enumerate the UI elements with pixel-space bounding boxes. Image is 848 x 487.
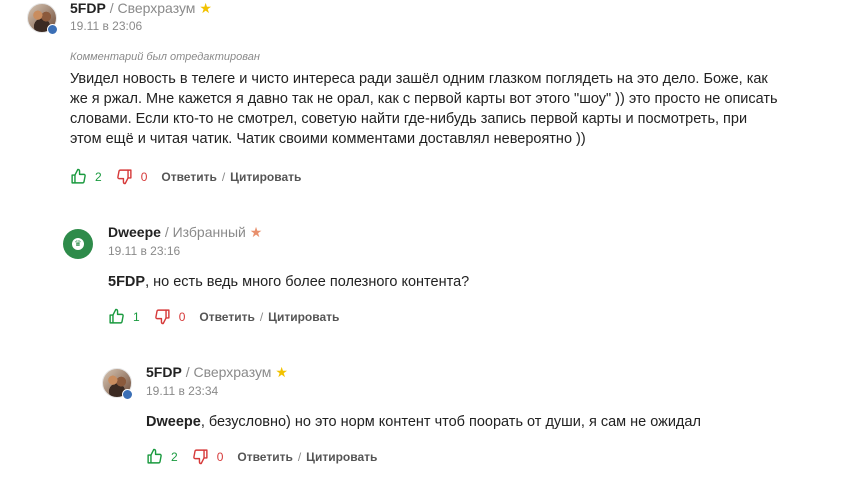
timestamp[interactable]: 19.11 в 23:34: [146, 384, 218, 398]
comment-actions: 1 0 Ответить / Цитировать: [108, 308, 339, 325]
action-separator: /: [221, 169, 226, 184]
thumbs-down-icon: [154, 308, 171, 325]
timestamp[interactable]: 19.11 в 23:16: [108, 244, 180, 258]
quote-button[interactable]: Цитировать: [306, 450, 377, 464]
like-button[interactable]: 2: [146, 448, 178, 465]
dislike-count: 0: [178, 309, 186, 324]
comment-text: Dweepe, безусловно) но это норм контент …: [146, 412, 826, 432]
author-name[interactable]: 5FDP: [146, 364, 182, 380]
star-icon: ★: [199, 0, 212, 16]
timestamp[interactable]: 19.11 в 23:06: [70, 19, 142, 33]
reply-button[interactable]: Ответить: [199, 310, 254, 324]
like-count: 2: [95, 169, 102, 184]
avatar-badge-icon: [47, 24, 58, 35]
dislike-button[interactable]: 0: [192, 448, 224, 465]
comment-body: , но есть ведь много более полезного кон…: [145, 274, 470, 290]
dislike-button[interactable]: 0: [116, 168, 148, 185]
edited-note: Комментарий был отредактирован: [70, 51, 260, 63]
star-icon: ★: [249, 224, 263, 240]
quote-button[interactable]: Цитировать: [268, 310, 339, 324]
reply-button[interactable]: Ответить: [237, 450, 292, 464]
star-icon: ★: [275, 364, 288, 380]
comment-text: 5FDP, но есть ведь много более полезного…: [108, 272, 808, 292]
thumbs-up-icon: [70, 168, 87, 185]
like-count: 1: [133, 309, 140, 324]
thumbs-up-icon: [108, 308, 125, 325]
comment-text: Увидел новость в телеге и чисто интереса…: [70, 71, 778, 147]
mention[interactable]: 5FDP: [108, 274, 145, 290]
dislike-count: 0: [216, 449, 224, 464]
avatar-badge-icon: [122, 389, 133, 400]
thumbs-down-icon: [116, 168, 133, 185]
comment-body: , безусловно) но это норм контент чтоб п…: [200, 414, 701, 430]
dislike-button[interactable]: 0: [154, 308, 186, 325]
dislike-count: 0: [140, 169, 148, 184]
like-count: 2: [171, 449, 178, 464]
like-button[interactable]: 2: [70, 168, 102, 185]
comment-actions: 2 0 Ответить / Цитировать: [146, 448, 377, 465]
quote-button[interactable]: Цитировать: [230, 170, 301, 184]
reply-button[interactable]: Ответить: [161, 170, 216, 184]
author-line: 5FDP / Сверхразум ★: [146, 364, 288, 381]
author-line: 5FDP / Сверхразум ★: [70, 0, 212, 17]
author-name[interactable]: 5FDP: [70, 0, 106, 16]
comment-actions: 2 0 Ответить / Цитировать: [70, 168, 301, 185]
action-separator: /: [297, 449, 302, 464]
action-separator: /: [259, 309, 264, 324]
author-name[interactable]: Dweepe: [108, 224, 161, 240]
thumbs-up-icon: [146, 448, 163, 465]
avatar[interactable]: ♛: [63, 229, 93, 259]
thumbs-down-icon: [192, 448, 209, 465]
author-rank: / Сверхразум: [185, 364, 272, 380]
mention[interactable]: Dweepe: [146, 414, 201, 430]
avatar-emblem-icon: ♛: [72, 238, 84, 250]
like-button[interactable]: 1: [108, 308, 140, 325]
author-line: Dweepe / Избранный ★: [108, 224, 262, 241]
author-rank: / Сверхразум: [109, 0, 196, 16]
author-rank: / Избранный: [164, 224, 246, 240]
